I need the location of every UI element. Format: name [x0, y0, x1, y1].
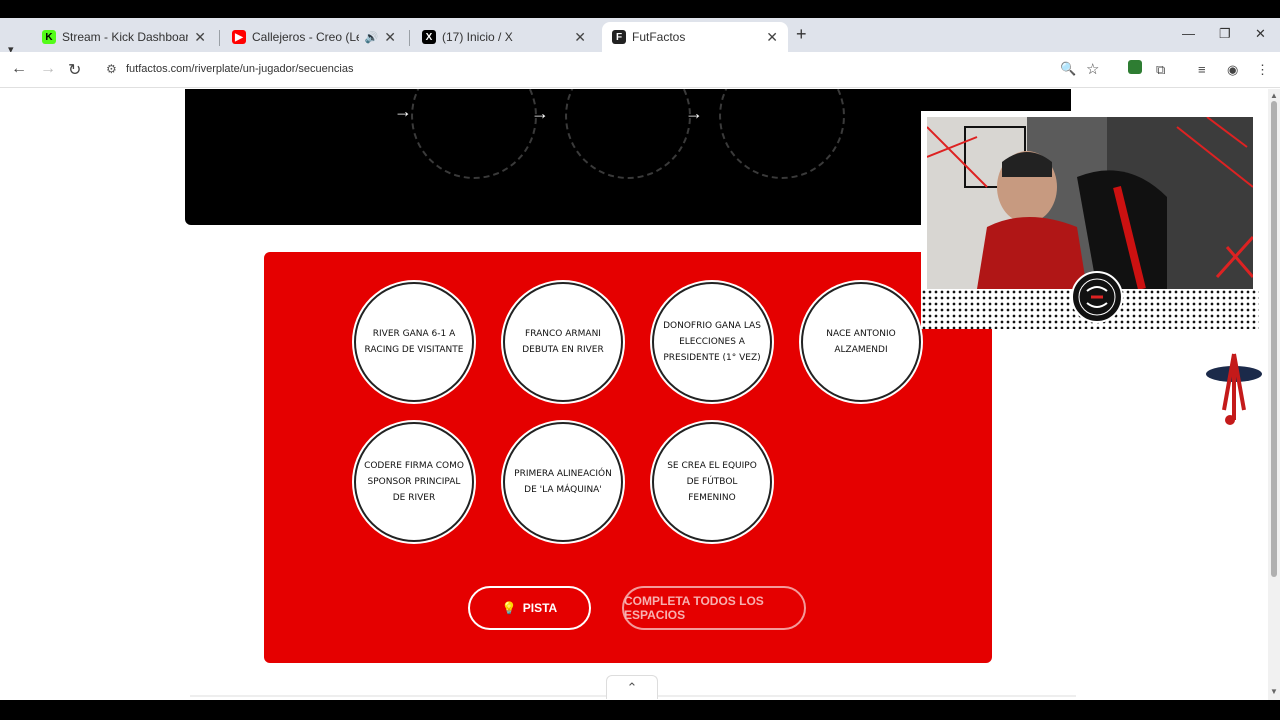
- tab-title: Stream - Kick Dashboard: [62, 30, 189, 44]
- media-control-icon[interactable]: ≡: [1198, 62, 1206, 77]
- tab-title: (17) Inicio / X: [442, 30, 513, 44]
- event-card[interactable]: RIVER GANA 6-1 A RACING DE VISITANTE: [354, 282, 474, 402]
- event-card[interactable]: DONOFRIO GANA LAS ELECCIONES A PRESIDENT…: [652, 282, 772, 402]
- event-card[interactable]: NACE ANTONIO ALZAMENDI: [801, 282, 921, 402]
- spiderman-sticker-icon: [1206, 353, 1262, 425]
- event-card[interactable]: PRIMERA ALINEACIÓN DE 'LA MÁQUINA': [503, 422, 623, 542]
- x-icon: X: [422, 30, 436, 44]
- site-info-icon[interactable]: ⚙: [106, 62, 117, 76]
- tab-strip: ▾ K Stream - Kick Dashboard ✕ ▶ Callejer…: [0, 18, 1280, 56]
- tab-x[interactable]: X (17) Inicio / X ✕: [412, 22, 596, 52]
- webcam-video: [927, 117, 1253, 289]
- zoom-icon[interactable]: 🔍: [1060, 61, 1076, 77]
- tab-title: Callejeros - Creo (Letra) - Yo: [252, 30, 359, 44]
- complete-label: COMPLETA TODOS LOS ESPACIOS: [624, 594, 764, 622]
- event-label: DONOFRIO GANA LAS ELECCIONES A PRESIDENT…: [663, 321, 761, 363]
- event-label: RIVER GANA 6-1 A RACING DE VISITANTE: [364, 329, 464, 355]
- event-card[interactable]: SE CREA EL EQUIPO DE FÚTBOL FEMENINO: [652, 422, 772, 542]
- extension-icon[interactable]: [1128, 60, 1142, 74]
- omnibox[interactable]: ⚙ futfactos.com/riverplate/un-jugador/se…: [98, 57, 1110, 83]
- arrow-icon: →: [531, 103, 549, 123]
- scrollbar-thumb[interactable]: [1271, 101, 1277, 577]
- scroll-down-arrow-icon[interactable]: ▼: [1270, 687, 1278, 696]
- close-icon[interactable]: ✕: [194, 29, 206, 46]
- top-bar: [0, 0, 1280, 18]
- close-icon[interactable]: ✕: [574, 29, 586, 46]
- bottom-bar: [0, 700, 1280, 720]
- back-icon[interactable]: ←: [11, 60, 27, 78]
- sequence-slot[interactable]: [565, 89, 691, 179]
- tab-futfactos[interactable]: F FutFactos ✕: [602, 22, 788, 52]
- browser-window: ▾ K Stream - Kick Dashboard ✕ ▶ Callejer…: [0, 0, 1280, 720]
- hint-label: PISTA: [522, 601, 558, 615]
- futfactos-icon: F: [612, 30, 626, 44]
- tab-divider: [219, 30, 220, 46]
- tab-title: FutFactos: [632, 30, 686, 44]
- sequence-slot[interactable]: [411, 89, 537, 179]
- tab-youtube[interactable]: ▶ Callejeros - Creo (Letra) - Yo 🔊 ✕: [222, 22, 406, 52]
- event-label: FRANCO ARMANI DEBUTA EN RIVER: [522, 329, 604, 355]
- hint-button[interactable]: 💡 PISTA: [468, 586, 591, 630]
- arrow-icon: →: [685, 103, 703, 123]
- close-icon[interactable]: ✕: [766, 29, 778, 46]
- speaker-icon[interactable]: 🔊: [365, 31, 379, 44]
- webcam-image: [927, 117, 1253, 289]
- lightbulb-icon: 💡: [501, 601, 517, 615]
- menu-icon[interactable]: ⋮: [1256, 62, 1269, 78]
- event-label: SE CREA EL EQUIPO DE FÚTBOL FEMENINO: [667, 461, 757, 503]
- event-card[interactable]: FRANCO ARMANI DEBUTA EN RIVER: [503, 282, 623, 402]
- scroll-up-arrow-icon[interactable]: ▲: [1270, 91, 1278, 100]
- arrow-icon: →: [394, 101, 412, 121]
- close-icon[interactable]: ✕: [384, 29, 396, 46]
- event-label: PRIMERA ALINEACIÓN DE 'LA MÁQUINA': [514, 469, 612, 495]
- close-window-icon[interactable]: ✕: [1255, 26, 1266, 42]
- minimize-icon[interactable]: —: [1182, 26, 1195, 41]
- event-card[interactable]: CODERE FIRMA COMO SPONSOR PRINCIPAL DE R…: [354, 422, 474, 542]
- sequence-slot[interactable]: [719, 89, 845, 179]
- youtube-icon: ▶: [232, 30, 246, 44]
- scrollbar[interactable]: ▲ ▼: [1268, 89, 1280, 700]
- tab-divider: [409, 30, 410, 46]
- complete-button[interactable]: COMPLETA TODOS LOS ESPACIOS: [622, 586, 806, 630]
- events-panel: RIVER GANA 6-1 A RACING DE VISITANTE FRA…: [264, 252, 992, 663]
- profile-icon[interactable]: ◉: [1227, 62, 1238, 78]
- new-tab-icon[interactable]: +: [796, 24, 807, 45]
- restore-icon[interactable]: ❐: [1219, 26, 1231, 42]
- chevron-up-icon: ⌃: [626, 679, 638, 695]
- streamer-logo: [1071, 271, 1123, 323]
- kick-icon: K: [42, 30, 56, 44]
- extensions-puzzle-icon[interactable]: ⧉: [1156, 62, 1165, 78]
- event-label: CODERE FIRMA COMO SPONSOR PRINCIPAL DE R…: [364, 461, 464, 503]
- event-label: NACE ANTONIO ALZAMENDI: [826, 329, 896, 355]
- webcam-overlay: [921, 111, 1259, 329]
- scroll-up-button[interactable]: ⌃: [606, 675, 658, 699]
- url-text[interactable]: futfactos.com/riverplate/un-jugador/secu…: [126, 63, 353, 75]
- streamer-logo-art: [1078, 278, 1116, 316]
- bookmark-star-icon[interactable]: ☆: [1086, 60, 1099, 78]
- tab-kick[interactable]: K Stream - Kick Dashboard ✕: [32, 22, 216, 52]
- forward-icon[interactable]: →: [40, 60, 56, 78]
- address-bar-row: ← → ↻ ⚙ futfactos.com/riverplate/un-juga…: [0, 52, 1280, 88]
- reload-icon[interactable]: ↻: [68, 60, 81, 80]
